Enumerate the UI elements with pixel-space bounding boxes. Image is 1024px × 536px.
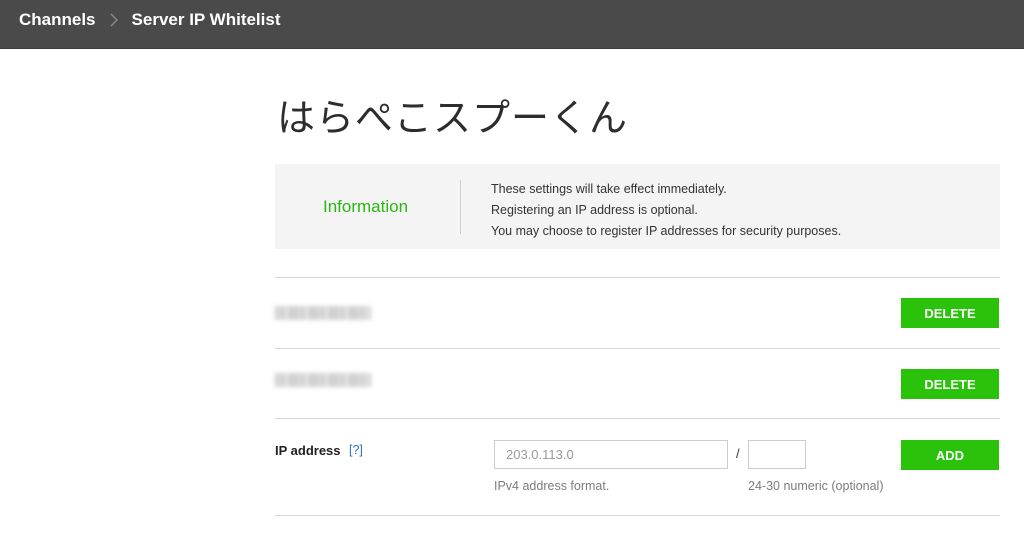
breadcrumb-channels[interactable]: Channels	[19, 10, 96, 30]
divider	[275, 418, 1000, 419]
divider	[275, 348, 1000, 349]
information-line: Registering an IP address is optional.	[491, 203, 698, 217]
breadcrumb-server-ip-whitelist: Server IP Whitelist	[131, 10, 281, 29]
information-line: You may choose to register IP addresses …	[491, 224, 842, 238]
whitelisted-ip-redacted	[275, 306, 371, 320]
cidr-separator: /	[736, 446, 740, 461]
information-panel: Information These settings will take eff…	[275, 164, 1000, 249]
information-text: These settings will take effect immediat…	[491, 179, 841, 242]
delete-button[interactable]: DELETE	[901, 298, 999, 328]
information-divider	[460, 180, 461, 234]
cidr-input[interactable]	[748, 440, 806, 469]
information-label: Information	[323, 197, 409, 216]
whitelisted-ip-redacted	[275, 373, 371, 387]
top-bar: Channels Server IP Whitelist	[0, 0, 1024, 49]
help-link[interactable]: [?]	[349, 443, 363, 457]
divider	[275, 515, 1000, 516]
cidr-format-hint: 24-30 numeric (optional)	[748, 479, 884, 493]
add-button[interactable]: ADD	[901, 440, 999, 470]
information-line: These settings will take effect immediat…	[491, 182, 727, 196]
ip-address-input[interactable]	[494, 440, 728, 469]
chevron-right-icon	[110, 13, 118, 27]
page-title: はらぺこスプーくん	[277, 96, 629, 140]
ip-format-hint: IPv4 address format.	[494, 479, 610, 493]
delete-button[interactable]: DELETE	[901, 369, 999, 399]
divider	[275, 277, 1000, 278]
ip-address-label: IP address	[275, 443, 341, 458]
